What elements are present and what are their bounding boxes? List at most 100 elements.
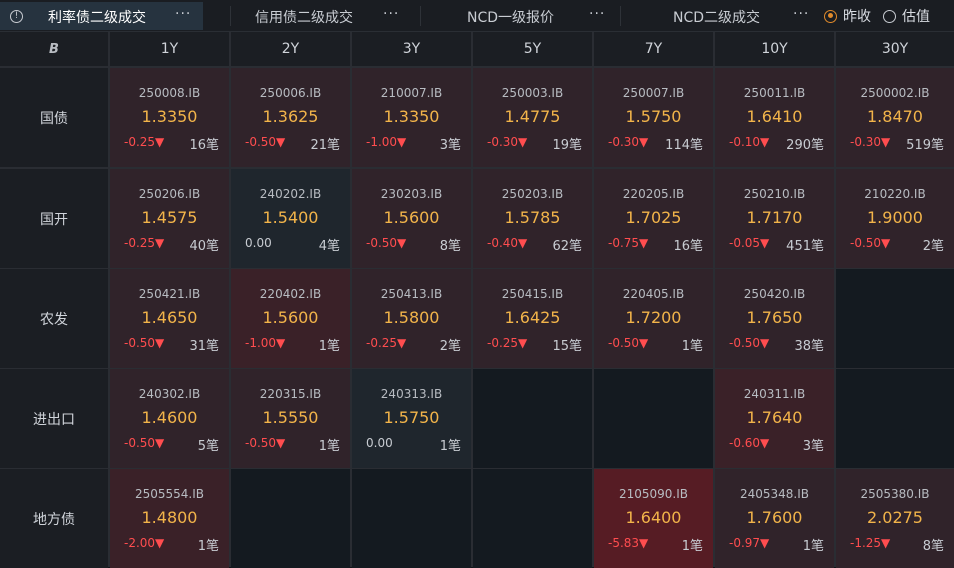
bond-yield: 1.6400: [625, 508, 682, 527]
quote-cell[interactable]: 240313.IB 1.5750 0.00 1笔: [352, 369, 471, 468]
quote-cell[interactable]: 250011.IB 1.6410 -0.10▼ 290笔: [715, 68, 834, 167]
trade-count: 1笔: [318, 339, 340, 354]
quote-cell[interactable]: 250203.IB 1.5785 -0.40▼ 62笔: [473, 169, 592, 268]
yield-change: 0.00: [366, 436, 393, 450]
bond-yield: 1.3350: [141, 107, 198, 126]
yield-change: -0.40▼: [487, 236, 528, 250]
bond-yield: 1.3625: [262, 107, 319, 126]
trade-count: 1笔: [318, 439, 340, 454]
tab-rates-secondary[interactable]: ! 利率债二级成交 ···: [0, 2, 203, 30]
bond-code: 220315.IB: [259, 387, 322, 401]
tab-credit-secondary[interactable]: 信用债二级成交 ···: [231, 2, 411, 30]
bond-code: 210220.IB: [864, 187, 926, 201]
column-header-3y[interactable]: 3Y: [352, 32, 471, 66]
quote-cell[interactable]: 220402.IB 1.5600 -1.00▼ 1笔: [231, 269, 350, 368]
bond-yield: 1.4800: [141, 508, 198, 527]
bond-yield: 1.5800: [383, 308, 440, 327]
quote-cell[interactable]: 2105090.IB 1.6400 -5.83▼ 1笔: [594, 469, 713, 568]
quote-cell[interactable]: 220405.IB 1.7200 -0.50▼ 1笔: [594, 269, 713, 368]
trade-count: 40笔: [189, 239, 219, 254]
quote-cell[interactable]: 250415.IB 1.6425 -0.25▼ 15笔: [473, 269, 592, 368]
bond-yield: 1.7170: [746, 208, 803, 227]
quote-cell[interactable]: 210007.IB 1.3350 -1.00▼ 3笔: [352, 68, 471, 167]
bond-code: 240313.IB: [380, 387, 443, 401]
bond-code: 220402.IB: [259, 287, 322, 301]
radio-label: 昨收: [843, 9, 871, 25]
tab-label: 信用债二级成交: [255, 10, 353, 26]
column-header-1y[interactable]: 1Y: [110, 32, 229, 66]
yield-change: -0.97▼: [729, 536, 770, 550]
row-label: 农发: [0, 269, 108, 368]
quote-cell[interactable]: 2405348.IB 1.7600 -0.97▼ 1笔: [715, 469, 834, 568]
quote-cell[interactable]: 250206.IB 1.4575 -0.25▼ 40笔: [110, 169, 229, 268]
bond-yield: 1.4600: [141, 408, 198, 427]
quote-cell[interactable]: 230203.IB 1.5600 -0.50▼ 8笔: [352, 169, 471, 268]
yield-change: -1.25▼: [850, 536, 891, 550]
trade-count: 451笔: [786, 239, 824, 254]
bond-code: 220205.IB: [622, 187, 685, 201]
bond-yield: 1.5750: [383, 408, 440, 427]
trade-count: 290笔: [786, 138, 824, 153]
info-icon[interactable]: !: [10, 10, 23, 23]
empty-cell: [594, 369, 713, 468]
column-header-10y[interactable]: 10Y: [715, 32, 834, 66]
radio-prev-close[interactable]: 昨收: [824, 6, 871, 26]
bond-yield: 1.7600: [746, 508, 803, 527]
quote-cell[interactable]: 250007.IB 1.5750 -0.30▼ 114笔: [594, 68, 713, 167]
more-icon[interactable]: ···: [175, 6, 191, 22]
trade-count: 8笔: [439, 239, 461, 254]
trade-count: 8笔: [922, 539, 944, 554]
column-header-30y[interactable]: 30Y: [836, 32, 954, 66]
quote-cell[interactable]: 2505554.IB 1.4800 -2.00▼ 1笔: [110, 469, 229, 568]
quote-cell[interactable]: 220315.IB 1.5550 -0.50▼ 1笔: [231, 369, 350, 468]
bond-code: 250003.IB: [501, 86, 564, 100]
trade-count: 31笔: [189, 339, 219, 354]
yield-change: -0.25▼: [487, 336, 528, 350]
yield-change: 0.00: [245, 236, 272, 250]
quote-cell[interactable]: 2505380.IB 2.0275 -1.25▼ 8笔: [836, 469, 954, 568]
bond-code: 250421.IB: [138, 287, 201, 301]
quote-cell[interactable]: 210220.IB 1.9000 -0.50▼ 2笔: [836, 169, 954, 268]
yield-change: -2.00▼: [124, 536, 165, 550]
trade-count: 16笔: [189, 138, 219, 153]
bond-yield: 1.5550: [262, 408, 319, 427]
quote-cell[interactable]: 220205.IB 1.7025 -0.75▼ 16笔: [594, 169, 713, 268]
column-header-2y[interactable]: 2Y: [231, 32, 350, 66]
quote-cell[interactable]: 250420.IB 1.7650 -0.50▼ 38笔: [715, 269, 834, 368]
column-header-5y[interactable]: 5Y: [473, 32, 592, 66]
quote-cell[interactable]: 2500002.IB 1.8470 -0.30▼ 519笔: [836, 68, 954, 167]
bond-yield: 1.7640: [746, 408, 803, 427]
quote-cell[interactable]: 250413.IB 1.5800 -0.25▼ 2笔: [352, 269, 471, 368]
more-icon[interactable]: ···: [793, 6, 809, 22]
radio-valuation[interactable]: 估值: [883, 6, 930, 26]
quote-cell[interactable]: 250006.IB 1.3625 -0.50▼ 21笔: [231, 68, 350, 167]
trade-count: 4笔: [318, 239, 340, 254]
trade-count: 1笔: [681, 539, 703, 554]
yield-change: -0.50▼: [124, 336, 165, 350]
bond-code: 250415.IB: [501, 287, 564, 301]
column-header-7y[interactable]: 7Y: [594, 32, 713, 66]
yield-change: -0.50▼: [366, 236, 407, 250]
quote-cell[interactable]: 240302.IB 1.4600 -0.50▼ 5笔: [110, 369, 229, 468]
bond-yield: 1.6425: [504, 308, 561, 327]
tab-ncd-primary[interactable]: NCD一级报价 ···: [421, 2, 611, 30]
bond-yield: 1.7200: [625, 308, 682, 327]
bond-code: 250210.IB: [743, 187, 806, 201]
quote-cell[interactable]: 240202.IB 1.5400 0.00 4笔: [231, 169, 350, 268]
trade-count: 38笔: [794, 339, 824, 354]
quote-cell[interactable]: 250008.IB 1.3350 -0.25▼ 16笔: [110, 68, 229, 167]
more-icon[interactable]: ···: [383, 6, 399, 22]
quote-cell[interactable]: 250210.IB 1.7170 -0.05▼ 451笔: [715, 169, 834, 268]
quote-cell[interactable]: 240311.IB 1.7640 -0.60▼ 3笔: [715, 369, 834, 468]
bond-code: 2405348.IB: [739, 487, 810, 501]
bond-yield: 1.5600: [383, 208, 440, 227]
quote-cell[interactable]: 250421.IB 1.4650 -0.50▼ 31笔: [110, 269, 229, 368]
yield-change: -0.25▼: [124, 135, 165, 149]
yield-change: -0.25▼: [124, 236, 165, 250]
more-icon[interactable]: ···: [589, 6, 605, 22]
trade-count: 3笔: [802, 439, 824, 454]
row-label: 国债: [0, 68, 108, 167]
quote-cell[interactable]: 250003.IB 1.4775 -0.30▼ 19笔: [473, 68, 592, 167]
trade-count: 15笔: [552, 339, 582, 354]
tab-ncd-secondary[interactable]: NCD二级成交 ···: [621, 2, 816, 30]
